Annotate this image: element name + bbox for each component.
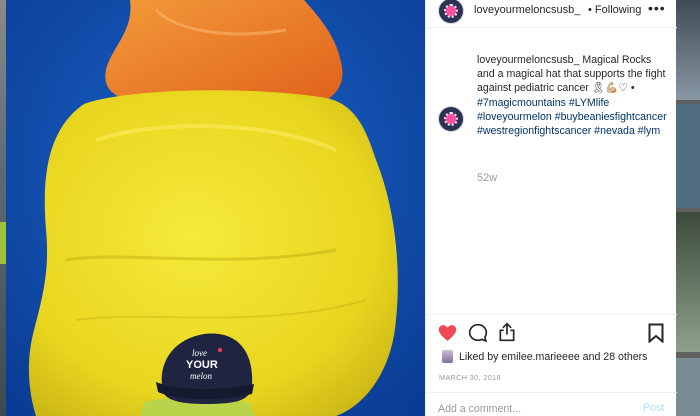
- hat-text-love: love: [192, 348, 207, 358]
- background-thumbnail: [676, 358, 700, 416]
- caption-text: loveyourmeloncsusb_ Magical Rocks and a …: [477, 53, 667, 138]
- hat-text-melon: melon: [190, 371, 212, 381]
- action-bar: [426, 318, 677, 348]
- heart-icon[interactable]: [438, 324, 457, 342]
- post-age: 52w: [477, 172, 498, 184]
- likes-text: Liked by emilee.marieeee and 28 others: [459, 351, 647, 363]
- post-button[interactable]: Post: [643, 402, 664, 414]
- caption-avatar[interactable]: [438, 106, 464, 132]
- header-username[interactable]: loveyourmeloncsusb_: [474, 4, 580, 16]
- post-header: loveyourmeloncsusb_ • Following •••: [426, 0, 677, 24]
- add-comment-bar: Post: [426, 392, 677, 416]
- post-side-panel: loveyourmeloncsusb_ • Following ••• love…: [425, 0, 677, 416]
- background-page-right: [676, 0, 700, 416]
- likes-others[interactable]: 28 others: [603, 351, 647, 363]
- bookmark-icon[interactable]: [648, 323, 664, 343]
- caption-hashtags[interactable]: #7magicmountains #LYMlife #loveyourmelon…: [477, 97, 667, 137]
- likes-middle: and: [579, 351, 604, 363]
- following-button[interactable]: • Following: [588, 4, 641, 16]
- likes-prefix: Liked by: [459, 351, 502, 363]
- following-label: Following: [594, 4, 642, 16]
- background-thumbnail: [676, 104, 700, 208]
- liker-username[interactable]: emilee.marieeee: [501, 351, 579, 363]
- background-thumbnail: [676, 212, 700, 352]
- separator-dot: •: [588, 4, 592, 16]
- hat-text-your: YOUR: [186, 359, 218, 371]
- caption-username[interactable]: loveyourmeloncsusb_: [477, 54, 579, 66]
- photo-scene: love YOUR melon: [6, 0, 425, 416]
- comment-icon[interactable]: [468, 323, 488, 343]
- liker-avatar[interactable]: [442, 350, 453, 363]
- background-thumbnail: [676, 0, 700, 100]
- hat-heart: [217, 347, 223, 353]
- caption-block: loveyourmeloncsusb_ Magical Rocks and a …: [426, 24, 677, 314]
- comment-input[interactable]: [438, 400, 608, 416]
- profile-avatar[interactable]: [438, 0, 464, 24]
- actions-divider: [426, 314, 677, 315]
- post-date: MARCH 30, 2018: [439, 373, 501, 382]
- post-photo[interactable]: love YOUR melon: [6, 0, 425, 416]
- share-icon[interactable]: [497, 322, 517, 342]
- more-icon[interactable]: •••: [648, 1, 666, 17]
